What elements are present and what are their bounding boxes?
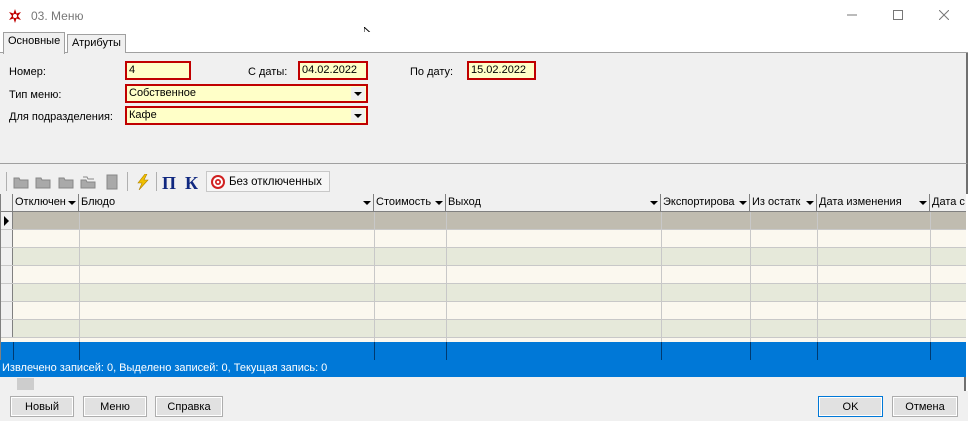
title-bar: 03. Меню	[0, 0, 968, 32]
department-value: Кафе	[129, 109, 157, 121]
tab-attributes[interactable]: Атрибуты	[67, 34, 126, 53]
window-title: 03. Меню	[31, 9, 84, 23]
table-row[interactable]	[1, 230, 966, 248]
maximize-button[interactable]	[875, 0, 921, 30]
table-row[interactable]	[1, 266, 966, 284]
column-header-cost[interactable]: Стоимость	[374, 194, 446, 212]
table-row[interactable]	[1, 212, 966, 230]
document-icon[interactable]	[103, 173, 121, 191]
column-header-disabled[interactable]: Отключен	[13, 194, 79, 212]
toolbar-separator	[127, 172, 128, 191]
column-header-from-stock[interactable]: Из остатк	[750, 194, 817, 212]
svg-text:К: К	[185, 174, 198, 190]
table-row[interactable]	[1, 284, 966, 302]
help-button[interactable]: Справка	[155, 396, 223, 417]
menu-type-value: Собственное	[129, 87, 196, 99]
filter-disabled-button[interactable]: Без отключенных	[206, 171, 330, 192]
department-label: Для подразделения:	[9, 111, 113, 123]
minimize-button[interactable]	[829, 0, 875, 30]
grid-toolbar: П К Без отключенных	[0, 169, 968, 194]
folder-open-icon[interactable]	[12, 173, 30, 191]
chevron-down-icon	[68, 201, 76, 205]
chevron-down-icon	[650, 201, 658, 205]
date-to-field[interactable]: 15.02.2022	[467, 61, 536, 80]
ok-button[interactable]: OK	[818, 396, 883, 417]
chevron-down-icon	[739, 201, 747, 205]
grid-corner	[1, 194, 13, 212]
date-from-field[interactable]: 04.02.2022	[298, 61, 368, 80]
lightning-icon[interactable]	[134, 173, 152, 191]
tab-main[interactable]: Основные	[3, 32, 66, 54]
menu-type-label: Тип меню:	[9, 89, 62, 101]
grid-status-bar: Извлечено записей: 0, Выделено записей: …	[0, 360, 966, 377]
number-field[interactable]: 4	[125, 61, 191, 80]
column-header-date-from[interactable]: Дата с	[930, 194, 966, 212]
filter-button-label: Без отключенных	[229, 175, 322, 188]
date-from-label: С даты:	[248, 66, 288, 78]
column-header-modified-date[interactable]: Дата изменения	[817, 194, 930, 212]
target-icon	[210, 174, 226, 190]
folder-up-icon[interactable]	[57, 173, 75, 191]
toolbar-separator	[6, 172, 7, 191]
pi-icon[interactable]: П	[160, 173, 178, 191]
folder-icon[interactable]	[34, 173, 52, 191]
main-form-panel: Номер: 4 С даты: 04.02.2022 По дату: 15.…	[0, 53, 968, 163]
grid-header: Отключен Блюдо Стоимость Выход Экспортир…	[1, 194, 966, 212]
department-select[interactable]: Кафе	[125, 106, 368, 125]
chevron-down-icon	[363, 201, 371, 205]
grid-footer-row	[1, 342, 966, 360]
chevron-down-icon	[919, 201, 927, 205]
app-logo-icon	[8, 9, 22, 23]
column-header-dish[interactable]: Блюдо	[79, 194, 374, 212]
chevron-down-icon	[435, 201, 443, 205]
bottom-button-bar: Новый Меню Справка OK Отмена	[0, 391, 968, 421]
scrollbar-thumb[interactable]	[17, 378, 34, 390]
toolbar-separator	[156, 172, 157, 191]
svg-text:П: П	[162, 174, 176, 190]
number-label: Номер:	[9, 66, 46, 78]
chevron-down-icon[interactable]	[351, 87, 365, 100]
folders-icon[interactable]	[79, 173, 97, 191]
menu-type-select[interactable]: Собственное	[125, 84, 368, 103]
new-button[interactable]: Новый	[10, 396, 74, 417]
column-header-exported[interactable]: Экспортирова	[661, 194, 750, 212]
table-row[interactable]	[1, 248, 966, 266]
close-button[interactable]	[921, 0, 967, 30]
table-row[interactable]	[1, 320, 966, 338]
row-indicator	[1, 212, 13, 229]
column-header-output[interactable]: Выход	[446, 194, 661, 212]
table-row[interactable]	[1, 302, 966, 320]
date-to-label: По дату:	[410, 66, 454, 78]
chevron-down-icon[interactable]	[351, 109, 365, 122]
menu-items-grid[interactable]: Отключен Блюдо Стоимость Выход Экспортир…	[0, 194, 966, 360]
horizontal-scrollbar[interactable]	[0, 377, 966, 391]
chevron-down-icon	[806, 201, 814, 205]
cancel-button[interactable]: Отмена	[892, 396, 958, 417]
menu-button[interactable]: Меню	[83, 396, 147, 417]
tab-strip: Основные Атрибуты	[0, 32, 968, 54]
k-icon[interactable]: К	[183, 173, 201, 191]
